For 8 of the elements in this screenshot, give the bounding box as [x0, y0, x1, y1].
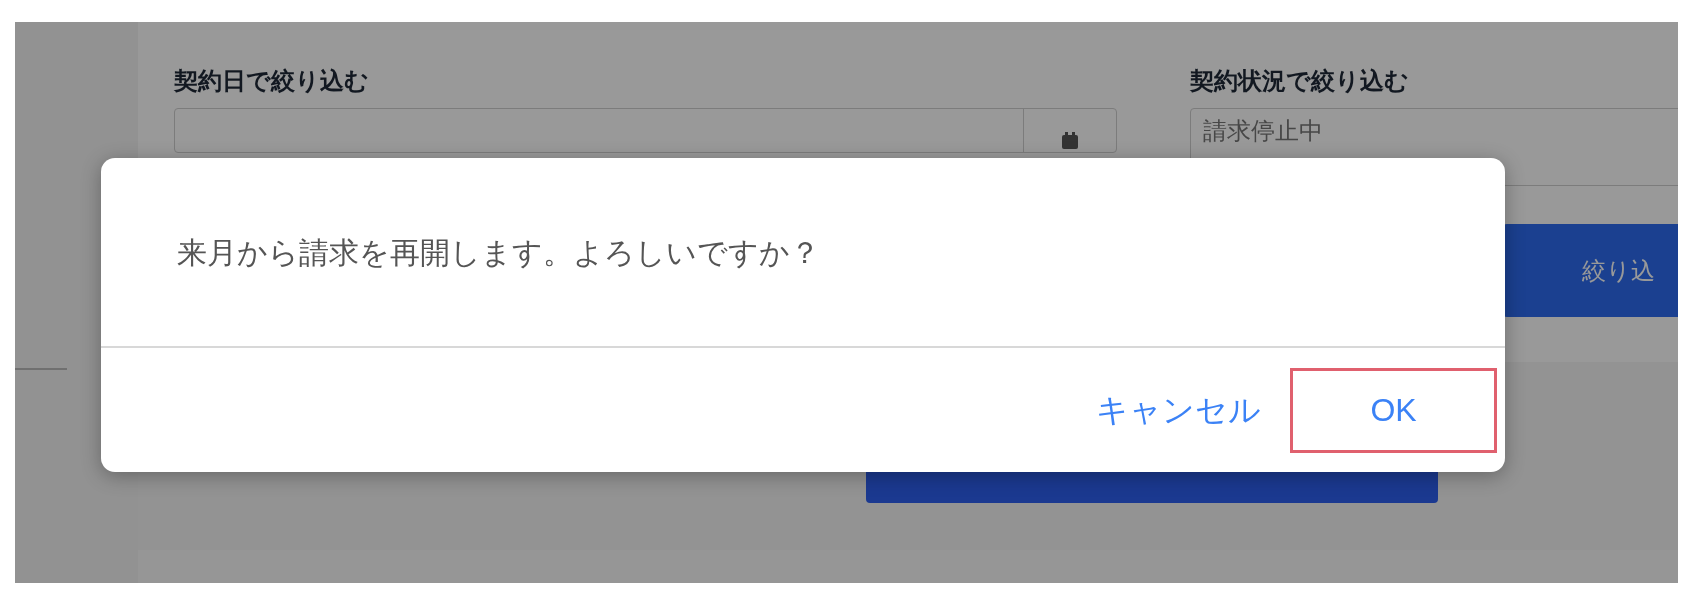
filter-button[interactable]: 絞り込	[1503, 224, 1678, 317]
dialog-button[interactable]: OK	[1290, 367, 1497, 453]
dialog-button[interactable]: キャンセル	[1091, 367, 1266, 453]
filter-label: 契約状況で絞り込む	[1190, 66, 1410, 96]
filter-label: 契約日で絞り込む	[174, 66, 370, 96]
dialog-message: 来月から請求を再開します。よろしいですか？	[177, 234, 820, 271]
calendar-icon[interactable]	[1060, 131, 1080, 151]
date-field[interactable]	[174, 108, 1117, 153]
